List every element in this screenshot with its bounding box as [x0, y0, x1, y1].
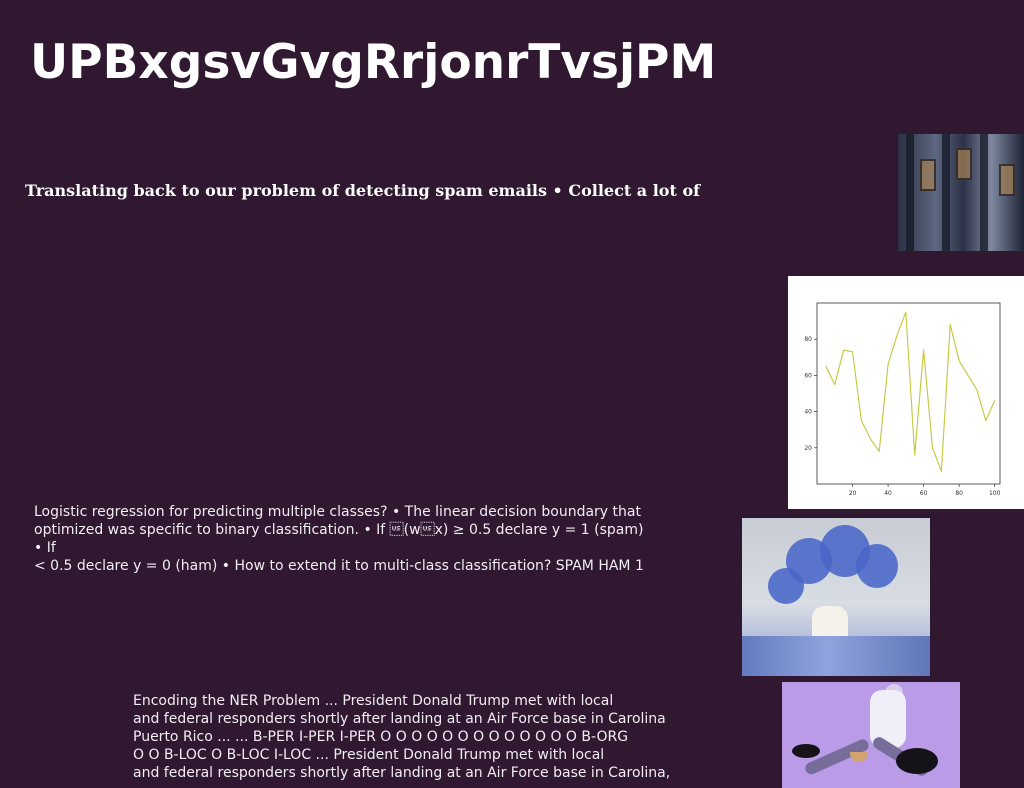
building-window	[920, 159, 936, 191]
x-axis-tick-label: 20	[849, 490, 857, 497]
slide-title: UPBxgsvGvgRrjonrTvsjPM	[30, 35, 717, 90]
x-axis-tick-label: 60	[920, 490, 928, 497]
x-axis-tick-label: 100	[989, 490, 1001, 497]
chart-series-line	[825, 311, 996, 472]
blue-cloth	[742, 636, 930, 676]
flower-bloom	[856, 544, 898, 588]
slide-subtitle: Translating back to our problem of detec…	[25, 181, 700, 200]
y-axis-tick-label: 80	[804, 336, 812, 343]
shoe-icon	[896, 748, 938, 774]
y-axis-tick-label: 60	[804, 372, 812, 379]
building-column	[980, 134, 988, 251]
x-axis-tick-label: 80	[955, 490, 963, 497]
chart-plot-area	[816, 302, 1001, 485]
building-photo	[898, 134, 1024, 251]
building-column	[942, 134, 950, 251]
bowl	[850, 752, 868, 762]
line-chart-svg: 20 40 60 80 100 20 40 60 80	[804, 302, 1001, 497]
shoe-icon	[792, 744, 820, 758]
person-on-purple-photo	[782, 682, 960, 788]
blue-flowers-photo	[742, 518, 930, 676]
building-window	[999, 164, 1015, 196]
logistic-regression-text: Logistic regression for predicting multi…	[34, 504, 644, 574]
flower-bloom	[768, 568, 804, 604]
building-window	[956, 148, 972, 180]
ner-encoding-text: Encoding the NER Problem ... President D…	[133, 693, 671, 781]
line-chart: 20 40 60 80 100 20 40 60 80	[788, 276, 1024, 509]
building-column	[906, 134, 914, 251]
x-axis-tick-label: 40	[884, 490, 892, 497]
presentation-slide: UPBxgsvGvgRrjonrTvsjPM Translating back …	[0, 0, 1024, 788]
y-axis-tick-label: 40	[804, 409, 812, 416]
y-axis-tick-label: 20	[804, 445, 812, 452]
